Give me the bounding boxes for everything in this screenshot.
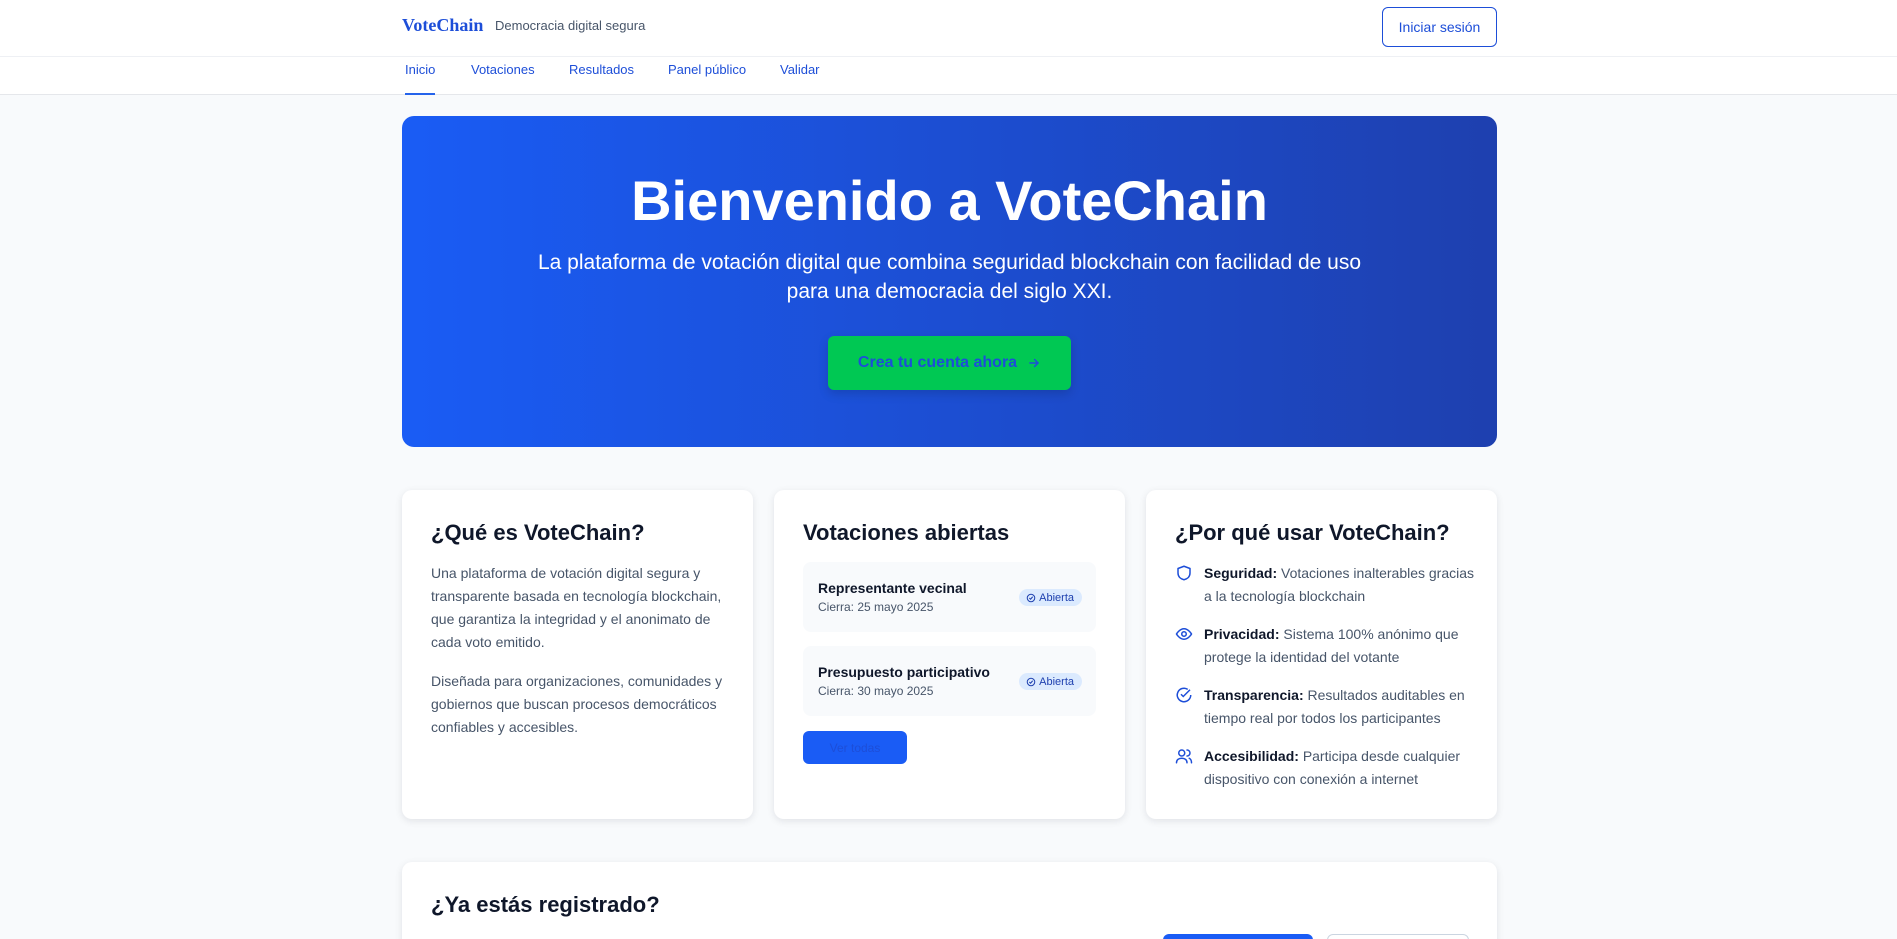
- hero-title: Bienvenido a VoteChain: [631, 169, 1268, 232]
- secondary-action-button[interactable]: [1327, 934, 1469, 939]
- nav-item-inicio[interactable]: Inicio: [405, 57, 436, 95]
- why-title: ¿Por qué usar VoteChain?: [1175, 520, 1450, 545]
- status-badge-label: Abierta: [1039, 675, 1074, 688]
- registered-title: ¿Ya estás registrado?: [431, 892, 660, 917]
- check-circle-icon: [1026, 593, 1036, 602]
- open-votes-card: Votaciones abiertas Representante vecina…: [774, 490, 1125, 819]
- vote-item[interactable]: Representante vecinal Cierra: 25 mayo 20…: [803, 562, 1096, 632]
- registered-card: ¿Ya estás registrado?: [402, 862, 1497, 939]
- login-button[interactable]: Iniciar sesión: [1382, 7, 1497, 47]
- brand-logo[interactable]: VoteChain: [402, 15, 483, 36]
- nav-item-validar[interactable]: Validar: [780, 57, 820, 95]
- top-header: VoteChain Democracia digital segura Inic…: [0, 0, 1897, 57]
- vote-title: Presupuesto participativo: [818, 664, 990, 680]
- nav-item-votaciones[interactable]: Votaciones: [471, 57, 535, 95]
- users-icon: [1175, 749, 1193, 764]
- create-account-label: Crea tu cuenta ahora: [857, 354, 1018, 371]
- brand-tagline: Democracia digital segura: [495, 18, 646, 33]
- status-badge-label: Abierta: [1039, 591, 1074, 604]
- eye-icon: [1175, 627, 1193, 641]
- about-title: ¿Qué es VoteChain?: [431, 520, 645, 545]
- feature-title: Seguridad:: [1204, 565, 1278, 581]
- shield-icon: [1177, 565, 1191, 581]
- vote-close-date: Cierra: 30 mayo 2025: [818, 684, 934, 698]
- create-account-button[interactable]: Crea tu cuenta ahora: [828, 336, 1071, 390]
- open-votes-title: Votaciones abiertas: [803, 520, 1010, 545]
- vote-title: Representante vecinal: [818, 580, 967, 596]
- about-card: ¿Qué es VoteChain? Una plataforma de vot…: [402, 490, 753, 819]
- arrow-right-icon: [1029, 358, 1039, 368]
- nav-item-resultados[interactable]: Resultados: [569, 57, 634, 95]
- about-paragraph-2: Diseñada para organizaciones, comunidade…: [431, 673, 723, 735]
- feature-title: Privacidad:: [1204, 626, 1280, 642]
- feature-title: Transparencia:: [1204, 687, 1304, 703]
- hero-banner: Bienvenido a VoteChain La plataforma de …: [402, 116, 1497, 447]
- check-circle-icon: [1026, 677, 1036, 686]
- main-nav: Inicio Votaciones Resultados Panel públi…: [0, 57, 1897, 95]
- feature-title: Accesibilidad:: [1204, 748, 1299, 764]
- status-badge: Abierta: [1019, 589, 1082, 606]
- status-badge: Abierta: [1019, 673, 1082, 690]
- view-all-votes-button[interactable]: Ver todas: [803, 731, 907, 764]
- primary-action-button[interactable]: [1163, 934, 1313, 939]
- vote-item[interactable]: Presupuesto participativo Cierra: 30 may…: [803, 646, 1096, 716]
- check-circle-icon: [1176, 687, 1192, 703]
- nav-item-panel-publico[interactable]: Panel público: [668, 57, 746, 95]
- hero-subtitle: La plataforma de votación digital que co…: [537, 251, 1362, 303]
- about-paragraph-1: Una plataforma de votación digital segur…: [431, 565, 722, 650]
- why-card: ¿Por qué usar VoteChain? Seguridad: Vota…: [1146, 490, 1497, 819]
- vote-close-date: Cierra: 25 mayo 2025: [818, 600, 934, 614]
